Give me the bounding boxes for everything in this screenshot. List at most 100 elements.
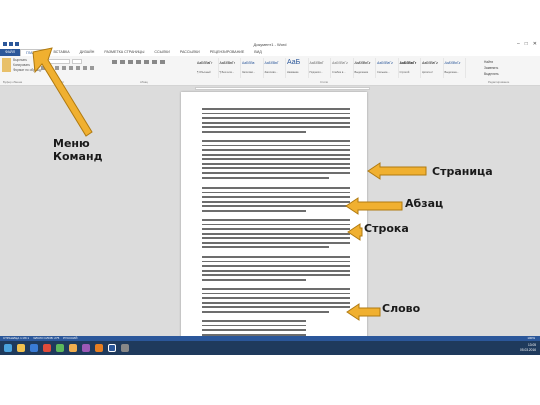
style-name: Выделение	[354, 71, 369, 74]
language-indicator[interactable]: РУССКИЙ	[63, 336, 77, 340]
app-icon[interactable]	[56, 344, 64, 352]
style-name: ¶ Обычный	[197, 71, 211, 74]
label-page: Страница	[432, 165, 493, 178]
style-sample: АаБбВвГг	[332, 61, 348, 65]
tab-review[interactable]: РЕЦЕНЗИРОВАНИЕ	[205, 49, 250, 56]
show-marks-icon[interactable]	[160, 60, 165, 64]
label-word: Слово	[382, 302, 421, 315]
word-window: Документ1 - Word – □ ✕ ФАЙЛ ГЛАВНАЯ ВСТА…	[0, 40, 540, 355]
underline-icon[interactable]	[48, 66, 52, 70]
font-color-icon[interactable]	[90, 66, 94, 70]
numbering-icon[interactable]	[120, 60, 125, 64]
bold-icon[interactable]	[34, 66, 38, 70]
tab-file[interactable]: ФАЙЛ	[0, 49, 20, 56]
style-name: Строгий	[399, 71, 410, 74]
close-button[interactable]: ✕	[533, 41, 537, 47]
style-name: Заголово...	[264, 71, 278, 74]
app-icon[interactable]	[95, 344, 103, 352]
style-heading-2[interactable]: АаБбВвГ Заголово...	[264, 58, 286, 78]
paragraph	[202, 140, 350, 181]
paragraph	[202, 256, 350, 283]
group-label-editing: Редактирование	[488, 80, 510, 84]
increase-indent-icon[interactable]	[144, 60, 149, 64]
tab-page-layout[interactable]: РАЗМЕТКА СТРАНИЦЫ	[99, 49, 149, 56]
font-size-select[interactable]	[72, 59, 82, 64]
word-icon[interactable]	[108, 344, 116, 352]
group-label-font: Шрифт	[55, 80, 65, 84]
app-icon[interactable]	[69, 344, 77, 352]
group-label-styles: Стили	[320, 80, 329, 84]
style-intense-quote[interactable]: АаБбВвГг Выделенн...	[444, 58, 466, 78]
page-count[interactable]: СТРАНИЦА 1 ИЗ 1	[3, 336, 29, 340]
tab-design[interactable]: ДИЗАЙН	[75, 49, 100, 56]
clock[interactable]: 13:05 05.03.2016	[520, 343, 536, 352]
style-sample: АаБбВвГг	[422, 61, 438, 65]
app-icon[interactable]	[121, 344, 129, 352]
minimize-button[interactable]: –	[517, 41, 520, 47]
paragraph-format-row	[112, 60, 165, 64]
strikethrough-icon[interactable]	[55, 66, 59, 70]
app-icon[interactable]	[82, 344, 90, 352]
sort-icon[interactable]	[152, 60, 157, 64]
label-commands-menu: Меню Команд	[53, 137, 103, 163]
group-label-clipboard: Буфер обмена	[3, 80, 23, 84]
paragraph	[202, 219, 350, 251]
document-page[interactable]	[181, 92, 367, 344]
style-name: Выделенн...	[444, 71, 459, 74]
decrease-indent-icon[interactable]	[136, 60, 141, 64]
style-no-spacing[interactable]: АаБбВвГг ¶ Без инте...	[219, 58, 241, 78]
paragraph	[202, 108, 350, 135]
style-name: Цитата 2	[422, 71, 433, 74]
text-effects-icon[interactable]	[76, 66, 80, 70]
start-button[interactable]	[4, 344, 12, 352]
label-paragraph: Абзац	[405, 197, 444, 210]
style-subtitle[interactable]: АаБбВвГ Подзагол...	[309, 58, 331, 78]
tab-mailings[interactable]: РАССЫЛКИ	[175, 49, 205, 56]
app-icon[interactable]	[43, 344, 51, 352]
copy-button[interactable]: Копировать	[13, 63, 30, 67]
style-sample: АаБбВвГ	[309, 61, 324, 65]
font-name-select[interactable]	[34, 59, 70, 64]
style-name: Слабое в...	[332, 71, 346, 74]
style-sample: АаБбВвГ	[264, 61, 279, 65]
explorer-icon[interactable]	[17, 344, 25, 352]
font-format-row	[34, 66, 94, 70]
taskbar: 13:05 05.03.2016	[0, 341, 540, 355]
tab-home[interactable]: ГЛАВНАЯ	[20, 49, 49, 56]
style-sample: АаБбВвГг	[197, 61, 213, 65]
maximize-button[interactable]: □	[525, 41, 528, 47]
tab-references[interactable]: ССЫЛКИ	[149, 49, 174, 56]
subscript-icon[interactable]	[62, 66, 66, 70]
window-title: Документ1 - Word	[253, 42, 287, 47]
cut-button[interactable]: Вырезать	[13, 58, 27, 62]
italic-icon[interactable]	[41, 66, 45, 70]
multilevel-list-icon[interactable]	[128, 60, 133, 64]
paste-icon[interactable]	[2, 58, 11, 72]
style-title[interactable]: АаБ Название	[286, 58, 309, 78]
style-strong[interactable]: АаБбВвГг Строгий	[399, 58, 421, 78]
ribbon-tabs: ФАЙЛ ГЛАВНАЯ ВСТАВКА ДИЗАЙН РАЗМЕТКА СТР…	[0, 49, 540, 56]
style-normal[interactable]: АаБбВвГг ¶ Обычный	[196, 58, 219, 78]
style-emphasis[interactable]: АаБбВвГг Выделение	[354, 58, 376, 78]
style-sample: АаБбВв	[242, 61, 255, 65]
style-sample: АаБ	[287, 59, 301, 66]
ruler[interactable]	[195, 87, 370, 90]
style-sample: АаБбВвГг	[354, 61, 371, 65]
style-sample: АаБбВвГг	[444, 61, 461, 65]
style-sample: АаБбВвГг	[399, 61, 417, 65]
highlight-color-icon[interactable]	[83, 66, 87, 70]
tab-view[interactable]: ВИД	[249, 49, 266, 56]
browser-icon[interactable]	[30, 344, 38, 352]
select-button[interactable]: Выделить	[484, 71, 499, 77]
superscript-icon[interactable]	[69, 66, 73, 70]
style-subtle-emphasis[interactable]: АаБбВвГг Слабое в...	[331, 58, 354, 78]
title-bar: Документ1 - Word – □ ✕	[0, 40, 540, 49]
style-heading-1[interactable]: АаБбВв Заголово...	[241, 58, 264, 78]
word-count[interactable]: ЧИСЛО СЛОВ: 275	[33, 336, 59, 340]
style-name: Подзагол...	[309, 71, 323, 74]
group-label-paragraph: Абзац	[140, 80, 148, 84]
style-intense-emphasis[interactable]: АаБбВвГг Сильное...	[376, 58, 399, 78]
tab-insert[interactable]: ВСТАВКА	[48, 49, 74, 56]
bullets-icon[interactable]	[112, 60, 117, 64]
style-quote[interactable]: АаБбВвГг Цитата 2	[421, 58, 444, 78]
